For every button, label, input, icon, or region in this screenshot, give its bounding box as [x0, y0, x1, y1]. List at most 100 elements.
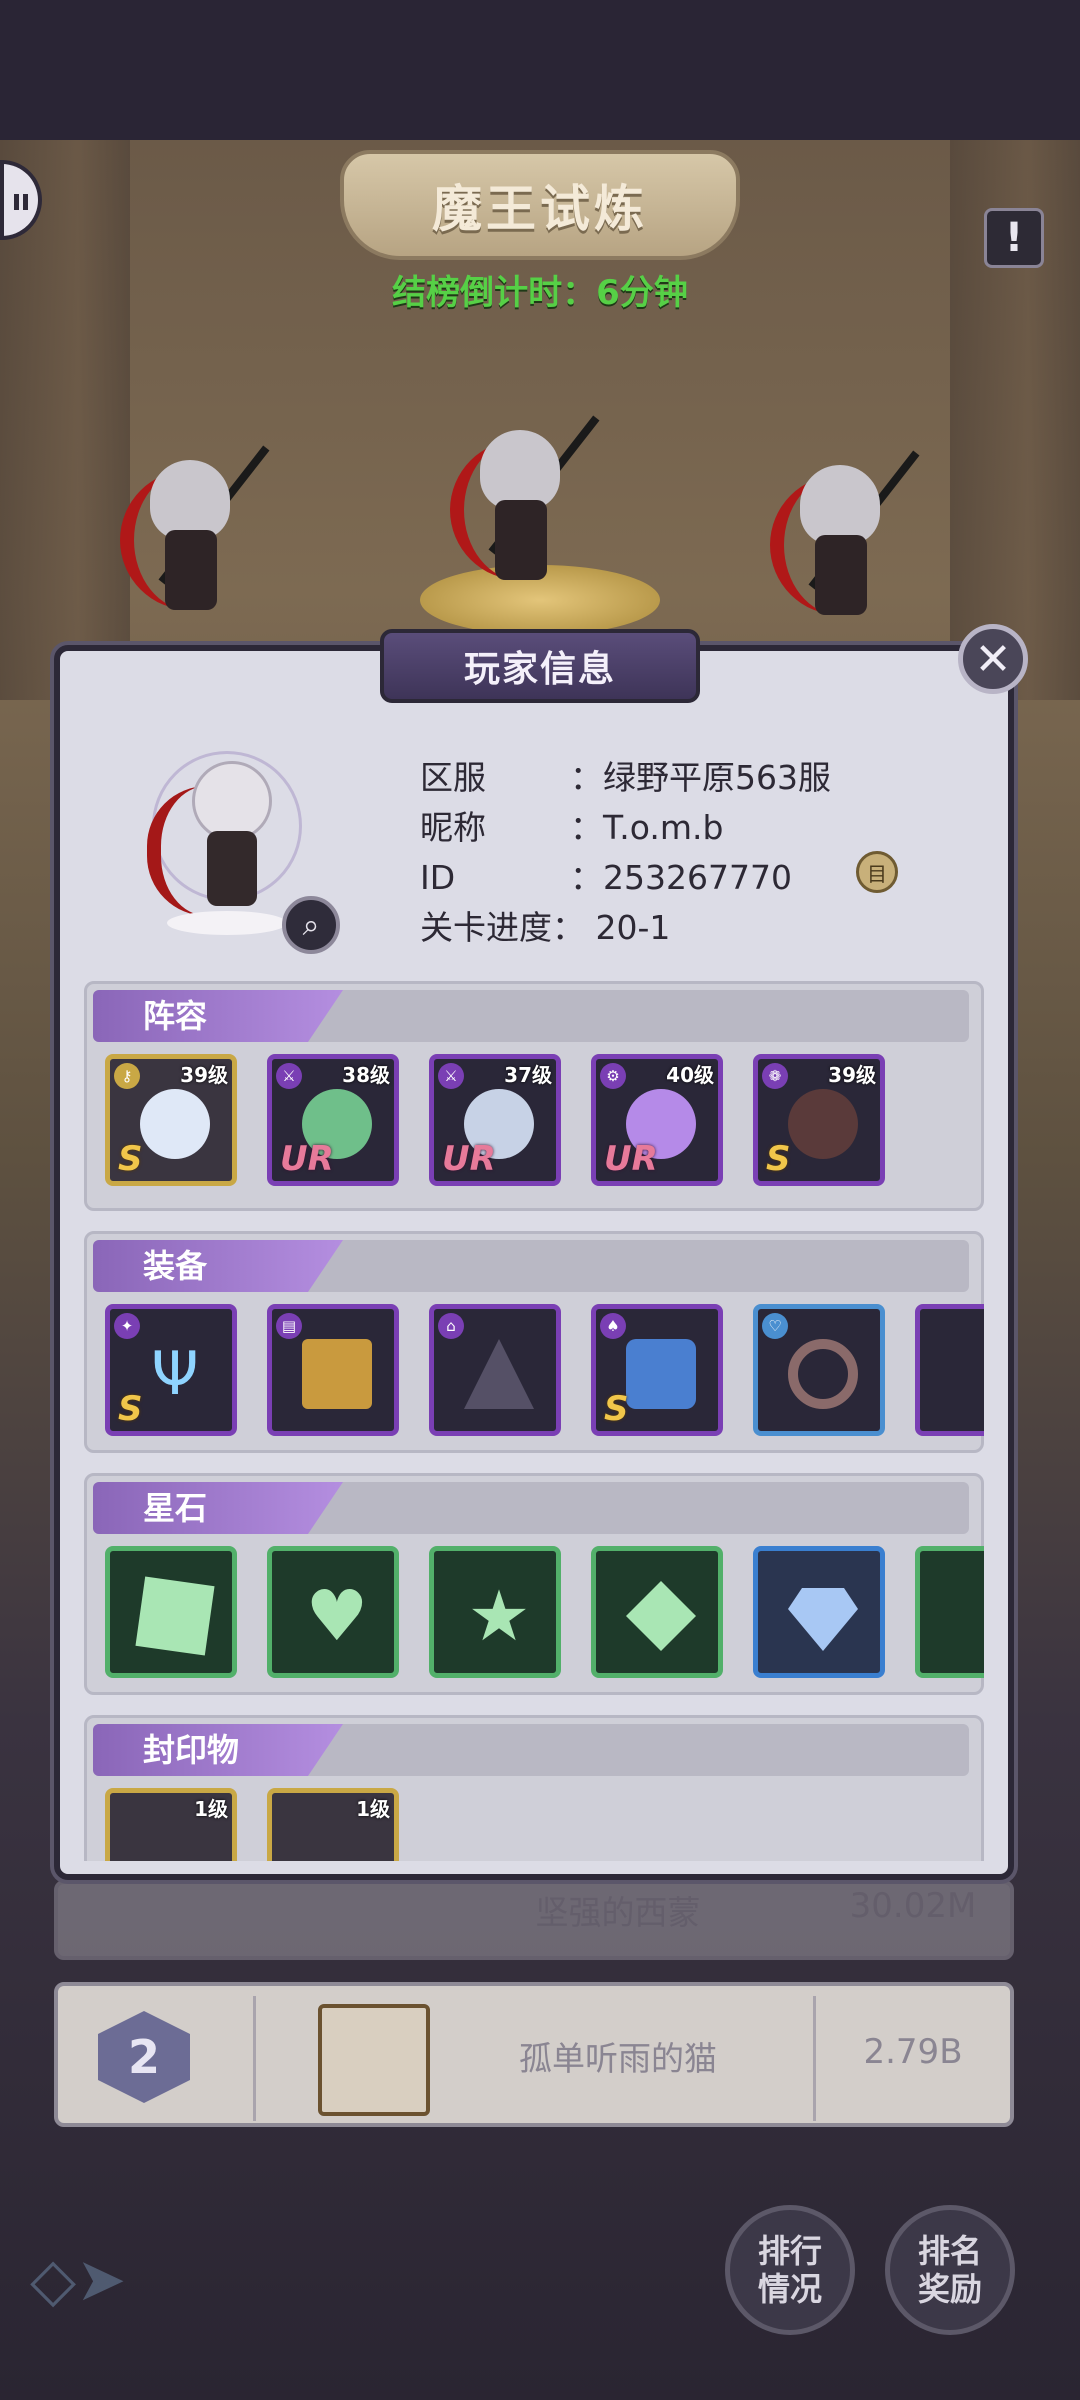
- key-icon: ⚷: [114, 1063, 140, 1089]
- ranking-score: 30.02M: [849, 1886, 977, 1926]
- server-row: 区服 ：绿野平原563服: [420, 751, 831, 799]
- ranking-player-name: 坚强的西蒙: [535, 1893, 701, 1932]
- equipment-section: 装备 ✦ Ψ S ▤ ⌂ ♠ S ♡: [84, 1231, 984, 1453]
- ranking-status-button[interactable]: 排行 情况: [725, 2205, 855, 2335]
- starstone-slot[interactable]: [753, 1546, 885, 1678]
- starstone-slot[interactable]: [591, 1546, 723, 1678]
- exclamation-icon: !: [1004, 215, 1024, 261]
- player-info-dialog: 玩家信息 ⌕ 区服 ：绿野平原563服 昵称 ：T.o.m.b ID ：2532677…: [54, 629, 1014, 1880]
- podium-hero-left[interactable]: [120, 445, 270, 630]
- starstone-slot[interactable]: ★: [429, 1546, 561, 1678]
- rarity-label: UR: [442, 1139, 496, 1179]
- seal-slot[interactable]: 1级: [267, 1788, 399, 1861]
- equipment-slot[interactable]: ▤: [267, 1304, 399, 1436]
- ranking-rewards-label: 排名 奖励: [917, 2232, 982, 2308]
- seal-title: 封印物: [93, 1724, 343, 1776]
- spiral-icon: ❁: [762, 1063, 788, 1089]
- server-value: ：绿野平原563服: [570, 758, 831, 797]
- star-gem-icon: ★: [467, 1575, 531, 1657]
- equipment-slot[interactable]: ✦ Ψ S: [105, 1304, 237, 1436]
- equipment-title: 装备: [93, 1240, 343, 1292]
- nickname-row: 昵称 ：T.o.m.b: [420, 801, 723, 849]
- server-label: 区服: [420, 758, 486, 797]
- progress-value: 20-1: [595, 908, 671, 947]
- copy-icon: 目: [867, 861, 887, 886]
- hero-level: 39级: [180, 1063, 228, 1087]
- diamond-gem-icon: [626, 1581, 696, 1651]
- rarity-label: UR: [604, 1139, 658, 1179]
- square-gem-icon: [135, 1576, 215, 1656]
- podium-hero-center[interactable]: [450, 415, 600, 600]
- nickname-value: ：T.o.m.b: [570, 808, 724, 847]
- book-icon: [302, 1339, 372, 1409]
- countdown-text: 结榜倒计时：6分钟: [392, 273, 688, 313]
- heart-gem-icon: ♥: [305, 1575, 369, 1657]
- lineup-title: 阵容: [93, 990, 343, 1042]
- hero-level: 40级: [666, 1063, 714, 1087]
- ranking-status-label: 排行 情况: [757, 2232, 822, 2308]
- event-title: 魔王试炼: [340, 150, 740, 260]
- starstone-slot[interactable]: [915, 1546, 984, 1678]
- trident-icon: Ψ: [151, 1339, 199, 1409]
- equipment-slot[interactable]: ⌂: [429, 1304, 561, 1436]
- seal-level: 1级: [356, 1797, 390, 1821]
- armor-icon: [626, 1339, 696, 1409]
- starstone-slot[interactable]: [105, 1546, 237, 1678]
- sword-icon: ⚔: [438, 1063, 464, 1089]
- book-slot-icon: ▤: [276, 1313, 302, 1339]
- starstone-slot[interactable]: ♥: [267, 1546, 399, 1678]
- rarity-label: S: [118, 1139, 143, 1179]
- lineup-section: 阵容 ⚷ 39级 S ⚔ 38级 UR ⚔ 37级 UR ⚙ 40级 UR ❁ …: [84, 981, 984, 1211]
- rarity-label: S: [118, 1389, 143, 1429]
- close-icon: ✕: [974, 633, 1012, 685]
- ranking-rewards-button[interactable]: 排名 奖励: [885, 2205, 1015, 2335]
- hero-card[interactable]: ⚔ 38级 UR: [267, 1054, 399, 1186]
- rarity-label: S: [766, 1139, 791, 1179]
- hero-card[interactable]: ❁ 39级 S: [753, 1054, 885, 1186]
- hat-slot-icon: ⌂: [438, 1313, 464, 1339]
- back-button[interactable]: ◇➤: [30, 2245, 170, 2315]
- equipment-scroll-area[interactable]: 阵容 ⚷ 39级 S ⚔ 38级 UR ⚔ 37级 UR ⚙ 40级 UR ❁ …: [84, 981, 984, 1861]
- progress-label: 关卡进度：: [420, 908, 585, 947]
- ranking-player-name: 孤单听雨的猫: [519, 2039, 717, 2078]
- sword-icon: ⚔: [276, 1063, 302, 1089]
- hero-level: 38级: [342, 1063, 390, 1087]
- ranking-row[interactable]: 2 孤单听雨的猫 2.79B: [54, 1982, 1014, 2127]
- hero-level: 39级: [828, 1063, 876, 1087]
- magnify-icon[interactable]: ⌕: [282, 896, 340, 954]
- hero-level: 37级: [504, 1063, 552, 1087]
- equipment-slot[interactable]: [915, 1304, 984, 1436]
- id-value: ：253267770: [570, 858, 792, 897]
- blue-gem-icon: [788, 1588, 858, 1651]
- id-row: ID ：253267770: [420, 851, 792, 899]
- rules-button[interactable]: !: [984, 208, 1044, 268]
- hero-card[interactable]: ⚷ 39级 S: [105, 1054, 237, 1186]
- seal-level: 1级: [194, 1797, 228, 1821]
- equipment-slot[interactable]: ♠ S: [591, 1304, 723, 1436]
- back-arrow-icon: ◇➤: [30, 2245, 127, 2315]
- ranking-row[interactable]: 坚强的西蒙 30.02M: [54, 1880, 1014, 1960]
- rank-badge: 2: [98, 2011, 190, 2103]
- close-dialog-button[interactable]: ✕: [958, 624, 1028, 694]
- seal-slot[interactable]: 1级: [105, 1788, 237, 1861]
- id-label: ID: [420, 858, 456, 897]
- pause-icon: [14, 194, 19, 210]
- hero-card[interactable]: ⚔ 37级 UR: [429, 1054, 561, 1186]
- gear-icon: ⚙: [600, 1063, 626, 1089]
- armor-slot-icon: ♠: [600, 1313, 626, 1339]
- hero-card[interactable]: ⚙ 40级 UR: [591, 1054, 723, 1186]
- hero-portrait: [140, 1089, 210, 1159]
- nickname-label: 昵称: [420, 808, 486, 847]
- starstone-title: 星石: [93, 1482, 343, 1534]
- ring-icon: [788, 1339, 858, 1409]
- rarity-label: S: [604, 1389, 629, 1429]
- seal-section: 封印物 1级 1级: [84, 1715, 984, 1861]
- dialog-title: 玩家信息: [380, 629, 700, 703]
- ranking-score: 2.79B: [863, 2032, 963, 2072]
- wizard-hat-icon: [464, 1339, 534, 1409]
- copy-id-button[interactable]: 目: [856, 851, 898, 893]
- equipment-slot[interactable]: ♡: [753, 1304, 885, 1436]
- starstone-section: 星石 ♥ ★: [84, 1473, 984, 1695]
- podium-hero-right[interactable]: [770, 450, 920, 635]
- ring-slot-icon: ♡: [762, 1313, 788, 1339]
